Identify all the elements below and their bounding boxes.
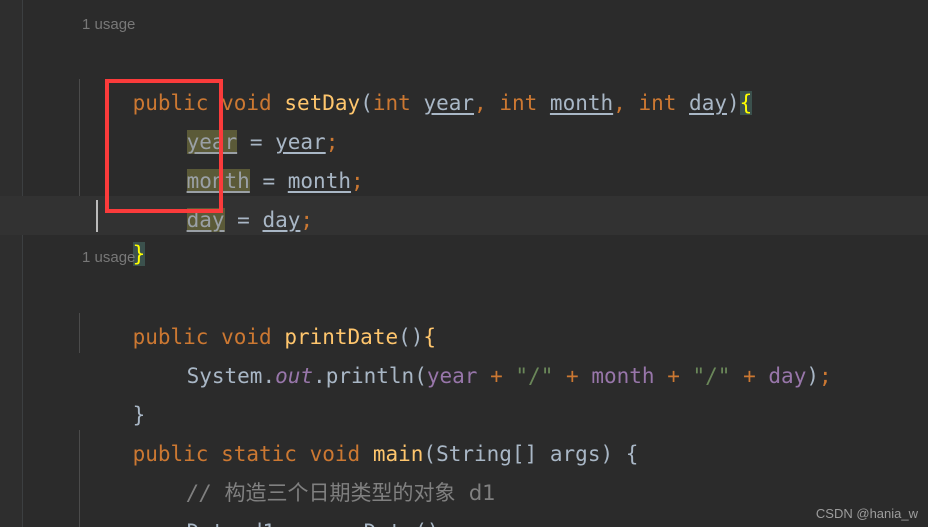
code-line-println[interactable]: System.out.println(year + "/" + month + …	[0, 318, 928, 388]
watermark-csdn: CSDN @hania_w	[815, 506, 918, 521]
variable-d1[interactable]: d1	[250, 520, 275, 527]
keyword-new: new	[313, 520, 351, 527]
operator-assign: =	[288, 520, 301, 527]
code-line-comment[interactable]: // 构造三个日期类型的对象 d1	[0, 435, 928, 505]
parens: ()	[414, 520, 439, 527]
code-line-main-signature[interactable]: public static void main(String[] args) {	[0, 396, 928, 466]
code-line-new-date[interactable]: Date d1 = new Date();	[0, 474, 928, 527]
code-line-close-printdate[interactable]: }	[0, 357, 928, 427]
usage-hint-printdate[interactable]: 1 usage	[82, 245, 135, 271]
code-line-assign-year[interactable]: year = year;	[0, 84, 928, 154]
code-line-setday-signature[interactable]: public void setDay(int year, int month, …	[0, 45, 928, 115]
usage-hint-setday[interactable]: 1 usage	[82, 12, 135, 38]
text-caret	[96, 200, 98, 232]
code-editor[interactable]: 1 usage public void setDay(int year, int…	[0, 0, 928, 527]
semicolon: ;	[440, 520, 453, 527]
code-line-printdate-signature[interactable]: public void printDate(){	[0, 279, 928, 349]
constructor-date[interactable]: Date	[364, 520, 415, 527]
code-line-close-setday[interactable]: }	[0, 196, 928, 266]
type-date[interactable]: Date	[187, 520, 238, 527]
code-line-assign-month[interactable]: month = month;	[0, 123, 928, 193]
